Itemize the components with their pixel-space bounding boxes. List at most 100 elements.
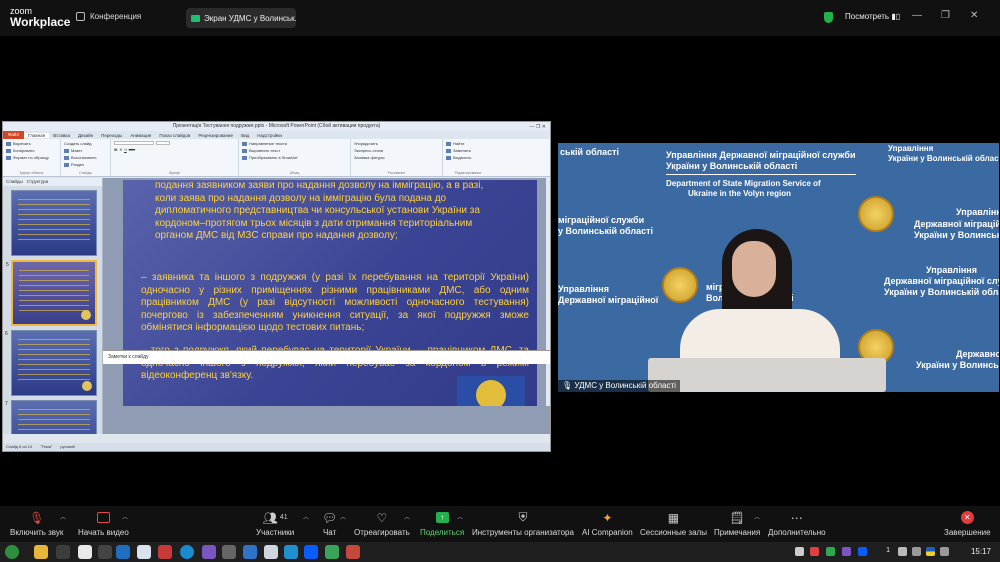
ppt-tab-home[interactable]: Главная	[24, 132, 50, 138]
emblem-seal-icon	[476, 380, 506, 406]
tray-icon[interactable]	[810, 547, 819, 556]
participants-caret-icon[interactable]: ︿	[303, 512, 309, 521]
backdrop-text: України у Волинській області	[666, 161, 798, 171]
app-icon[interactable]	[243, 545, 257, 559]
react-button[interactable]: ♡ Отреагировать	[354, 510, 410, 538]
ppt-tab-slideshow[interactable]: Показ слайдов	[155, 133, 194, 138]
image-viewer-icon[interactable]	[346, 545, 360, 559]
zoom-taskbar-icon[interactable]	[304, 545, 318, 559]
slide-thumbnail[interactable]: 6	[5, 330, 97, 396]
ppt-tab-review[interactable]: Рецензирование	[194, 133, 237, 138]
section-button[interactable]: Раздел	[64, 162, 107, 167]
slide-emblem-image	[457, 376, 525, 406]
participant-video-tile[interactable]: ській області Управління Державної мігра…	[558, 143, 999, 392]
app-icon[interactable]	[284, 545, 298, 559]
ppt-tab-animation[interactable]: Анимация	[126, 133, 155, 138]
font-controls[interactable]	[114, 141, 235, 145]
edge-icon[interactable]	[180, 545, 194, 559]
shared-powerpoint-window[interactable]: Презентація Тестування подружжя.pptx - M…	[2, 121, 551, 452]
ppt-tab-view[interactable]: Вид	[237, 133, 253, 138]
smartart-button[interactable]: Преобразовать в SmartArt	[242, 155, 347, 160]
thumb-tab-slides[interactable]: Слайды	[6, 179, 23, 185]
ppt-tab-file[interactable]: Файл	[3, 131, 25, 139]
slide-thumbnail[interactable]	[11, 190, 97, 256]
ppt-window-controls[interactable]: — ❐ ✕	[530, 123, 546, 132]
view-button[interactable]: Посмотреть ▮▯	[845, 12, 900, 21]
minimize-icon[interactable]: —	[912, 10, 922, 21]
pdf-icon[interactable]	[158, 545, 172, 559]
tray-icon[interactable]	[826, 547, 835, 556]
tray-icon[interactable]	[842, 547, 851, 556]
keyboard-layout-flag-icon[interactable]	[926, 547, 935, 556]
reset-button[interactable]: Восстановить	[64, 155, 107, 160]
network-icon[interactable]	[912, 547, 921, 556]
slide-thumbnail-selected[interactable]: 5	[6, 260, 97, 326]
paragraph-group-label: Абзац	[289, 171, 300, 175]
audio-options-caret-icon[interactable]: ︿	[60, 512, 66, 521]
replace-button[interactable]: Заменить	[446, 148, 490, 153]
ppt-tab-transitions[interactable]: Переходы	[97, 133, 126, 138]
share-caret-icon[interactable]: ︿	[457, 512, 463, 521]
slide-editor[interactable]: подання заявником заяви про надання дозв…	[103, 178, 550, 434]
file-manager-icon[interactable]	[34, 545, 48, 559]
app-icon[interactable]	[264, 545, 278, 559]
more-button[interactable]: ⋯ Дополнительно	[768, 510, 826, 538]
thumb-tab-outline[interactable]: Структура	[27, 179, 48, 185]
host-tools-button[interactable]: ⛨ Инструменты организатора	[472, 510, 574, 537]
tray-icon[interactable]	[858, 547, 867, 556]
backdrop-text: України у Волинській області	[914, 230, 999, 240]
chat-button[interactable]: 💬︎ Чат	[322, 510, 337, 538]
text-direction-button[interactable]: Направление текста	[242, 141, 347, 146]
close-icon[interactable]: ✕	[970, 10, 978, 21]
tray-icon[interactable]	[795, 547, 804, 556]
ppt-tab-addins[interactable]: Надстройки	[253, 133, 286, 138]
current-slide[interactable]: подання заявником заяви про надання дозв…	[123, 180, 537, 406]
editing-group-label: Редактирование	[454, 171, 482, 175]
mail-icon[interactable]	[137, 545, 151, 559]
copy-button[interactable]: Копировать	[6, 148, 57, 153]
printer-icon[interactable]	[898, 547, 907, 556]
quick-styles-button[interactable]: Экспресс-стили	[354, 148, 439, 153]
notes-caret-icon[interactable]: ︿	[754, 512, 760, 521]
cut-button[interactable]: Вырезать	[6, 141, 57, 146]
ai-companion-button[interactable]: ✦ AI Companion	[582, 510, 633, 538]
react-caret-icon[interactable]: ︿	[404, 512, 410, 521]
screen-share-tab[interactable]: Экран УДМС у Волинськ...	[186, 8, 296, 28]
slide-thumbnail[interactable]: 7	[5, 400, 97, 434]
ppt-tab-design[interactable]: Дизайн	[74, 133, 97, 138]
find-button[interactable]: Найти	[446, 141, 490, 146]
slide-notes-field[interactable]: Заметки к слайду	[103, 350, 550, 364]
restore-icon[interactable]: ❐	[941, 10, 950, 21]
align-text-button[interactable]: Выровнять текст	[242, 148, 347, 153]
security-shield-icon[interactable]	[824, 12, 833, 23]
ppt-tab-insert[interactable]: Вставка	[49, 133, 74, 138]
word-icon[interactable]	[116, 545, 130, 559]
viber-icon[interactable]	[202, 545, 216, 559]
unmute-button[interactable]: 🎙︎ Включить звук	[10, 510, 63, 538]
new-slide-button[interactable]: Создать слайд	[64, 141, 107, 146]
shape-fill-button[interactable]: Заливка фигуры	[354, 155, 439, 160]
thumb-number: 6	[5, 331, 8, 337]
breakout-rooms-button[interactable]: ▦ Сессионные залы	[640, 510, 707, 538]
terminal-icon[interactable]	[56, 545, 70, 559]
files-icon[interactable]	[78, 545, 92, 559]
paw-app-icon[interactable]	[222, 545, 236, 559]
editor-scrollbar[interactable]	[546, 178, 550, 406]
arrange-button[interactable]: Упорядочить	[354, 141, 439, 146]
slide-thumbnails-pane[interactable]: Слайды Структура 5 6 7	[3, 178, 103, 434]
settings-icon[interactable]	[98, 545, 112, 559]
conference-button[interactable]: Конференция	[76, 12, 141, 21]
backdrop-text: України у Волинській області	[888, 154, 999, 163]
chat-caret-icon[interactable]: ︿	[340, 512, 346, 521]
layout-button[interactable]: Макет	[64, 148, 107, 153]
layers-app-icon[interactable]	[325, 545, 339, 559]
end-meeting-button[interactable]: ✕ Завершение	[944, 510, 991, 537]
start-menu-icon[interactable]	[5, 545, 19, 559]
format-painter-button[interactable]: Формат по образцу	[6, 155, 57, 160]
font-format-buttons[interactable]: Ж К Ч abc	[114, 147, 235, 152]
video-options-caret-icon[interactable]: ︿	[122, 512, 128, 521]
select-button[interactable]: Выделить	[446, 155, 490, 160]
backdrop-divider	[666, 174, 856, 175]
participants-button[interactable]: 👥︎ 41 Участники	[256, 510, 294, 538]
volume-icon[interactable]	[940, 547, 949, 556]
